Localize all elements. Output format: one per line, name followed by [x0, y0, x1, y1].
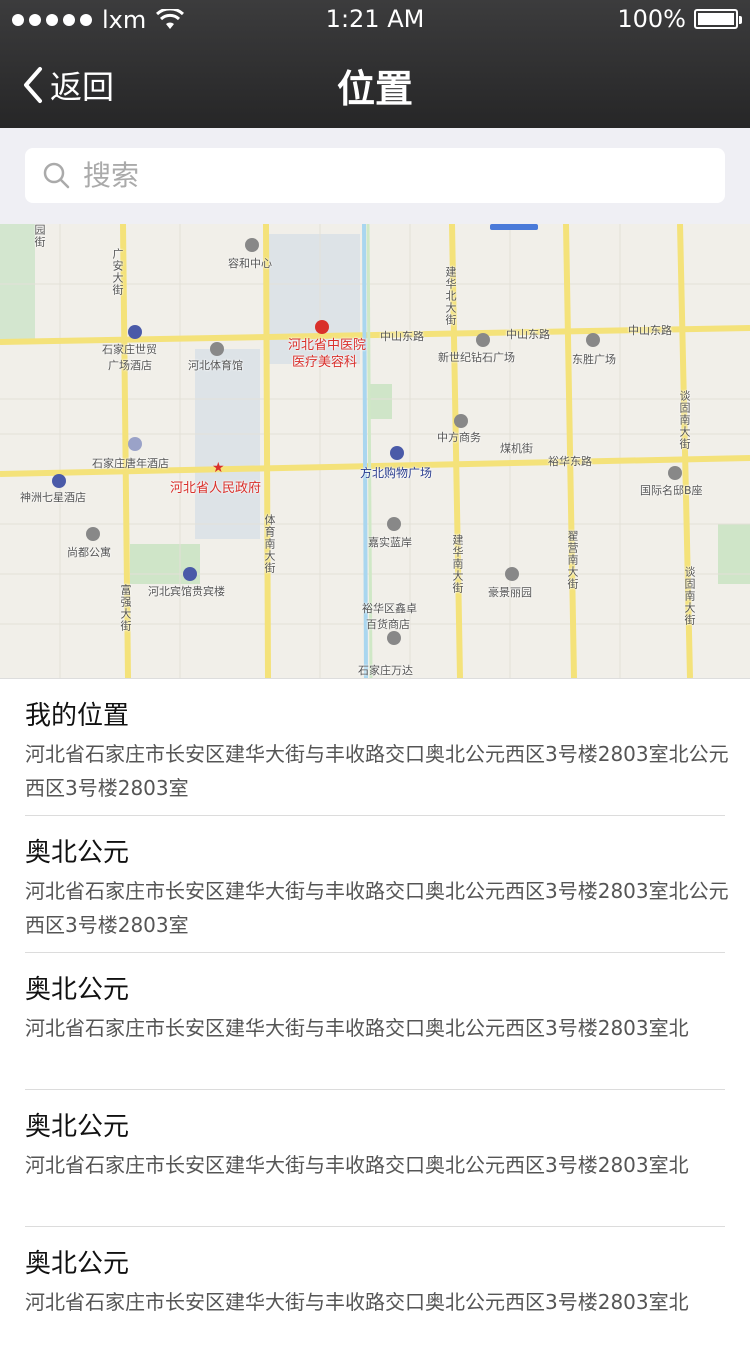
map-view[interactable]: ★ 容和中心 河北省中医院 医疗美容科 中山东路 中山东路 中山东路 石家庄世贸…: [0, 224, 750, 679]
map-label: 河北宾馆贵宾楼: [148, 585, 225, 598]
map-label: 嘉实蓝岸: [368, 536, 412, 549]
status-bar: lxm 1:21 AM 100%: [0, 0, 750, 40]
residence-icon: [387, 517, 401, 531]
map-label: 广安大街: [111, 248, 124, 296]
gym-icon: [210, 342, 224, 356]
map-label: 医疗美容科: [292, 355, 358, 370]
map-label: 神洲七星酒店: [20, 491, 86, 504]
shopping-icon: [390, 446, 404, 460]
battery-icon: [694, 9, 742, 29]
map-label: 富强大街: [119, 584, 132, 632]
map-label: 体育南大街: [263, 514, 276, 574]
search-bar: [0, 128, 750, 224]
building-icon: [476, 333, 490, 347]
map-label: 百货商店: [366, 618, 410, 631]
battery-percent: 100%: [617, 5, 686, 33]
residence-icon: [505, 567, 519, 581]
list-item[interactable]: 奥北公元 河北省石家庄市长安区建华大街与丰收路交口奥北公元西区3号楼2803室北: [0, 1227, 750, 1364]
header: lxm 1:21 AM 100% 返回 位置: [0, 0, 750, 128]
building-icon: [454, 414, 468, 428]
map-label: 中山东路: [506, 328, 550, 341]
residence-icon: [86, 527, 100, 541]
item-title: 奥北公元: [25, 1112, 130, 1142]
list-item[interactable]: 奥北公元 河北省石家庄市长安区建华大街与丰收路交口奥北公元西区3号楼2803室北: [0, 1090, 750, 1227]
map-label: 新世纪钻石广场: [438, 351, 515, 364]
item-title: 奥北公元: [25, 838, 130, 868]
item-address: 河北省石家庄市长安区建华大街与丰收路交口奥北公元西区3号楼2803室北公元西区3…: [25, 879, 729, 937]
battery-level: [698, 13, 734, 25]
item-address: 河北省石家庄市长安区建华大街与丰收路交口奥北公元西区3号楼2803室北公元西区3…: [25, 742, 729, 800]
map-label: 石家庄世贸: [102, 343, 157, 356]
search-box[interactable]: [25, 148, 725, 203]
star-marker-icon: ★: [212, 460, 225, 476]
map-label: 容和中心: [228, 257, 272, 270]
map-label: 裕华东路: [548, 455, 592, 468]
map-label: 谈固南大街: [678, 390, 691, 450]
status-bar-right: 100%: [617, 5, 742, 33]
item-title: 奥北公元: [25, 1249, 130, 1279]
map-label: 石家庄万达: [358, 664, 413, 677]
hotel-icon: [52, 474, 66, 488]
item-address: 河北省石家庄市长安区建华大街与丰收路交口奥北公元西区3号楼2803室北: [25, 1290, 689, 1314]
map-label: 东胜广场: [572, 353, 616, 366]
map-label: 河北体育馆: [188, 359, 243, 372]
list-item[interactable]: 奥北公元 河北省石家庄市长安区建华大街与丰收路交口奥北公元西区3号楼2803室北: [0, 953, 750, 1090]
hotel-icon: [128, 325, 142, 339]
location-results-list: 我的位置 河北省石家庄市长安区建华大街与丰收路交口奥北公元西区3号楼2803室北…: [0, 679, 750, 1364]
search-icon: [43, 162, 70, 188]
search-input[interactable]: [81, 158, 685, 193]
map-label: 建华南大街: [451, 534, 464, 594]
page-title: 位置: [336, 67, 413, 111]
item-title: 奥北公元: [25, 975, 130, 1005]
map-label: 方北购物广场: [360, 466, 433, 480]
item-address: 河北省石家庄市长安区建华大街与丰收路交口奥北公元西区3号楼2803室北: [25, 1153, 689, 1177]
building-icon: [245, 238, 259, 252]
building-icon: [586, 333, 600, 347]
map-label: 谈固南大街: [683, 566, 696, 626]
hotel-icon: [183, 567, 197, 581]
list-item[interactable]: 奥北公元 河北省石家庄市长安区建华大街与丰收路交口奥北公元西区3号楼2803室北…: [0, 816, 750, 953]
map-label: 广场酒店: [108, 359, 152, 372]
map-label: 石家庄唐年酒店: [92, 457, 169, 470]
shopping-icon: [387, 631, 401, 645]
item-title: 我的位置: [25, 701, 130, 731]
map-label: 尚都公寓: [67, 546, 111, 559]
map-label: 裕华区鑫卓: [362, 602, 417, 615]
list-item[interactable]: 我的位置 河北省石家庄市长安区建华大街与丰收路交口奥北公元西区3号楼2803室北…: [0, 679, 750, 816]
item-address: 河北省石家庄市长安区建华大街与丰收路交口奥北公元西区3号楼2803室北: [25, 1016, 689, 1040]
map-label: 中方商务: [437, 431, 481, 444]
hospital-icon: [315, 320, 329, 334]
building-icon: [668, 466, 682, 480]
map-label: 中山东路: [380, 330, 424, 343]
map-label: 河北省人民政府: [170, 481, 262, 496]
map-label: 国际名邸B座: [640, 484, 703, 497]
map-label: 中山东路: [628, 324, 672, 337]
map-label: 煤机街: [500, 442, 533, 455]
map-label: 园街: [33, 224, 46, 248]
map-label: 豪景丽园: [488, 586, 532, 599]
nav-bar: 返回 位置: [0, 40, 750, 128]
hotel-icon: [128, 437, 142, 451]
map-label: 建华北大街: [444, 266, 457, 326]
map-label: 翟营南大街: [566, 530, 579, 590]
